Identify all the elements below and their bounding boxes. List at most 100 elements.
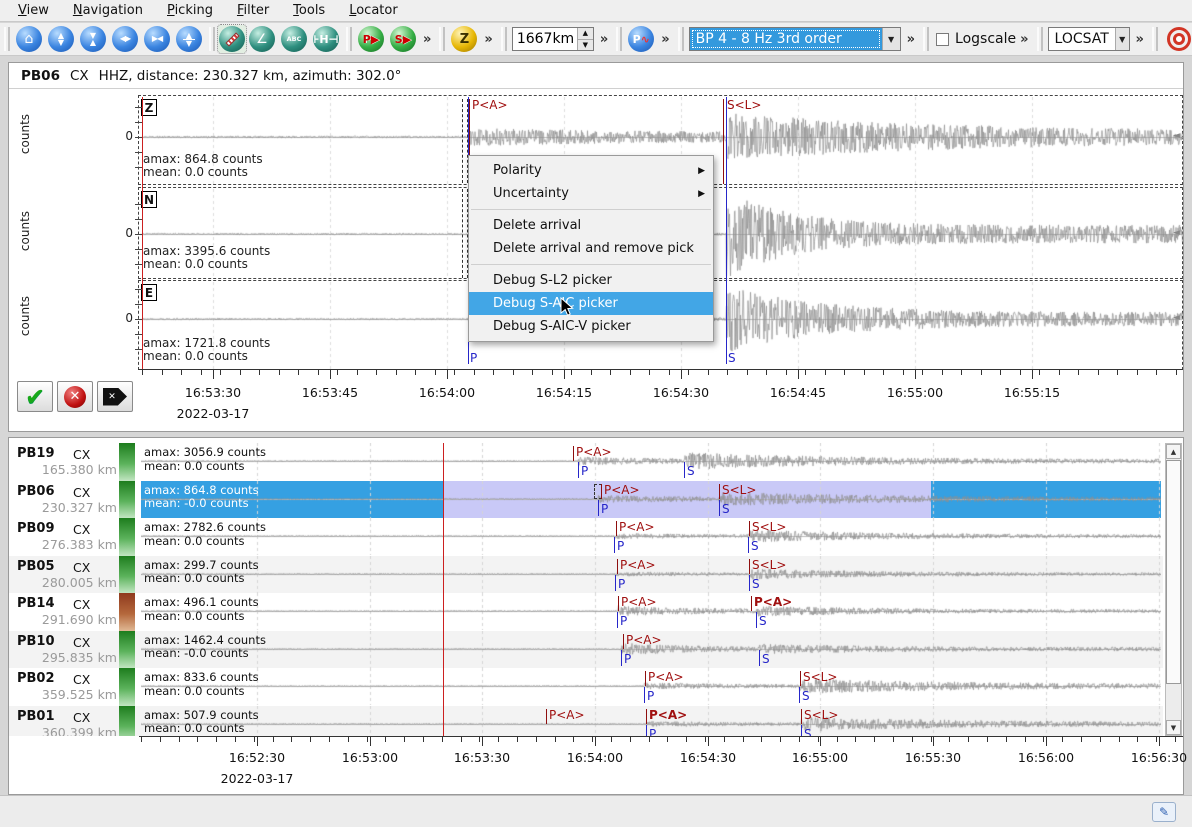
component-z-button[interactable]: Z xyxy=(451,26,477,52)
trace-end-handle[interactable]: ◄ xyxy=(1173,131,1180,141)
station-row-pb19[interactable]: PB19CX165.380 kmamax: 3056.9 countsmean:… xyxy=(9,443,1163,481)
phase-alignment-button[interactable]: ⊦H⊣ xyxy=(313,26,339,52)
toolbar-handle[interactable] xyxy=(209,27,215,51)
skip-trace-button[interactable]: ✕ xyxy=(97,381,133,412)
scroll-up-button[interactable]: ▲ xyxy=(1166,444,1181,459)
pick-p-button[interactable]: P▶ xyxy=(358,26,384,52)
menu-view[interactable]: View xyxy=(6,1,61,21)
phase-annotation-button[interactable]: ABC xyxy=(281,26,307,52)
distance-input[interactable] xyxy=(513,28,577,50)
row-trace-area[interactable]: amax: 1462.4 countsmean: -0.0 countsP<A>… xyxy=(141,631,1161,669)
minor-tick xyxy=(961,370,962,375)
menu-locator[interactable]: Locator xyxy=(337,1,409,21)
quality-color-bar xyxy=(119,481,135,519)
accept-pick-button[interactable]: ✔ xyxy=(17,381,53,412)
menu-bar: ViewNavigationPickingFilterToolsLocator xyxy=(0,0,1192,22)
row-trace-canvas[interactable] xyxy=(141,481,1161,518)
station-row-pb14[interactable]: PB14CX291.690 kmamax: 496.1 countsmean: … xyxy=(9,593,1163,631)
distance-spin-up[interactable]: ▲ xyxy=(578,28,593,40)
toolbar-overflow-chevron[interactable]: » xyxy=(1020,32,1028,47)
context-item-debug-s-aic-v-picker[interactable]: Debug S-AIC-V picker xyxy=(469,315,713,338)
row-trace-area[interactable]: amax: 833.6 countsmean: 0.0 countsP<A>S<… xyxy=(141,668,1161,706)
distance-spinbox[interactable]: ▲ ▼ xyxy=(512,27,594,51)
locator-select[interactable]: LOCSAT ▼ xyxy=(1048,27,1130,51)
time-zoom-out-button[interactable]: ▶◀ xyxy=(144,26,170,52)
context-item-debug-s-l2-picker[interactable]: Debug S-L2 picker xyxy=(469,269,713,292)
normalize-amplitude-button[interactable]: ▲▼ xyxy=(176,26,202,52)
toolbar-overflow-chevron[interactable]: » xyxy=(423,32,431,47)
station-row-pb01[interactable]: PB01CX360.399 kmamax: 507.9 countsmean: … xyxy=(9,706,1163,737)
station-row-pb05[interactable]: PB05CX280.005 kmamax: 299.7 countsmean: … xyxy=(9,556,1163,594)
context-item-debug-s-aic-picker[interactable]: Debug S-AIC picker xyxy=(469,292,713,315)
amplitude-zoom-out-button[interactable]: ▼▲ xyxy=(80,26,106,52)
toolbar-handle[interactable] xyxy=(678,27,684,51)
toolbar-handle[interactable] xyxy=(1037,27,1043,51)
row-trace-area[interactable]: amax: 496.1 countsmean: 0.0 countsP<A>P<… xyxy=(141,593,1161,631)
p-wave-button[interactable]: P∿ xyxy=(628,26,654,52)
home-view-button[interactable]: ⌂ xyxy=(16,26,42,52)
context-item-uncertainty[interactable]: Uncertainty▶ xyxy=(469,182,713,205)
minor-tick xyxy=(727,370,728,375)
minor-tick xyxy=(517,737,518,742)
row-trace-area[interactable]: amax: 299.7 countsmean: 0.0 countsP<A>S<… xyxy=(141,556,1161,594)
s-pick-line[interactable] xyxy=(723,99,724,184)
row-network-code: CX xyxy=(73,560,90,575)
context-item-polarity[interactable]: Polarity▶ xyxy=(469,159,713,182)
toolbar-handle[interactable] xyxy=(616,27,622,51)
console-edit-icon[interactable]: ✎ xyxy=(1152,802,1176,822)
ruler-tool-button[interactable] xyxy=(218,25,246,53)
context-item-delete-arrival[interactable]: Delete arrival xyxy=(469,214,713,237)
row-trace-area[interactable]: amax: 3056.9 countsmean: 0.0 countsP<A>P… xyxy=(141,443,1161,481)
row-distance: 276.383 km xyxy=(9,537,117,552)
row-trace-area[interactable]: amax: 864.8 countsmean: -0.0 countsP<A>S… xyxy=(141,481,1161,519)
pick-s-button[interactable]: S▶ xyxy=(390,26,416,52)
toolbar-handle[interactable] xyxy=(439,27,445,51)
toolbar-overflow-chevron[interactable]: » xyxy=(484,32,492,47)
distance-spin-down[interactable]: ▼ xyxy=(578,40,593,51)
toolbar-handle[interactable] xyxy=(923,27,929,51)
row-trace-area[interactable]: amax: 507.9 countsmean: 0.0 countsP<A>P<… xyxy=(141,706,1161,737)
reject-pick-button[interactable]: ✕ xyxy=(57,381,93,412)
minor-tick xyxy=(837,737,838,742)
row-network-code: CX xyxy=(73,710,90,725)
toolbar-handle[interactable] xyxy=(501,27,507,51)
row-trace-area[interactable]: amax: 2782.6 countsmean: 0.0 countsP<A>S… xyxy=(141,518,1161,556)
vertical-scrollbar[interactable]: ▲ ▼ xyxy=(1165,443,1182,736)
time-zoom-in-button[interactable]: ◀▶ xyxy=(112,26,138,52)
context-item-delete-arrival-and-remove-pick[interactable]: Delete arrival and remove pick xyxy=(469,237,713,260)
menu-picking[interactable]: Picking xyxy=(155,1,225,21)
marker-text: P xyxy=(601,502,608,516)
toolbar-handle[interactable] xyxy=(4,27,10,51)
logscale-checkbox[interactable] xyxy=(936,33,949,46)
menu-navigation[interactable]: Navigation xyxy=(61,1,155,21)
station-row-pb09[interactable]: PB09CX276.383 kmamax: 2782.6 countsmean:… xyxy=(9,518,1163,556)
station-row-pb02[interactable]: PB02CX359.525 kmamax: 833.6 countsmean: … xyxy=(9,668,1163,706)
menu-tools[interactable]: Tools xyxy=(281,1,337,21)
minor-tick xyxy=(893,737,894,742)
toolbar-handle[interactable] xyxy=(346,27,352,51)
scrollbar-thumb[interactable] xyxy=(1166,460,1181,684)
station-row-pb06[interactable]: PB06CX230.327 kmamax: 864.8 countsmean: … xyxy=(9,481,1163,519)
pick-tick xyxy=(645,671,646,686)
scroll-down-button[interactable]: ▼ xyxy=(1166,720,1181,735)
s-marker-line[interactable] xyxy=(726,97,727,364)
y-axis-tick xyxy=(135,334,142,335)
trace-end-handle[interactable]: ◄ xyxy=(1173,313,1180,323)
locator-select-arrow[interactable]: ▼ xyxy=(1115,28,1129,50)
trace-end-handle[interactable]: ◄ xyxy=(1173,228,1180,238)
toolbar-overflow-chevron[interactable]: » xyxy=(1136,32,1144,47)
toolbar-handle[interactable] xyxy=(1152,27,1158,51)
toolbar-overflow-chevron[interactable]: » xyxy=(661,32,669,47)
amplitude-zoom-in-button[interactable]: ▲▼ xyxy=(48,26,74,52)
filter-select[interactable]: BP 4 - 8 Hz 3rd order ▼ xyxy=(689,27,901,51)
angle-tool-button[interactable]: ∠ xyxy=(249,26,275,52)
toolbar-overflow-chevron[interactable]: » xyxy=(600,32,608,47)
row-trace-canvas[interactable] xyxy=(141,443,1161,480)
relocate-target-button[interactable] xyxy=(1167,27,1191,51)
station-row-pb10[interactable]: PB10CX295.835 kmamax: 1462.4 countsmean:… xyxy=(9,631,1163,669)
minor-tick xyxy=(298,370,299,375)
menu-filter[interactable]: Filter xyxy=(225,1,281,21)
pick-tick xyxy=(546,709,547,724)
toolbar-overflow-chevron[interactable]: » xyxy=(907,32,915,47)
filter-select-arrow[interactable]: ▼ xyxy=(882,28,900,50)
